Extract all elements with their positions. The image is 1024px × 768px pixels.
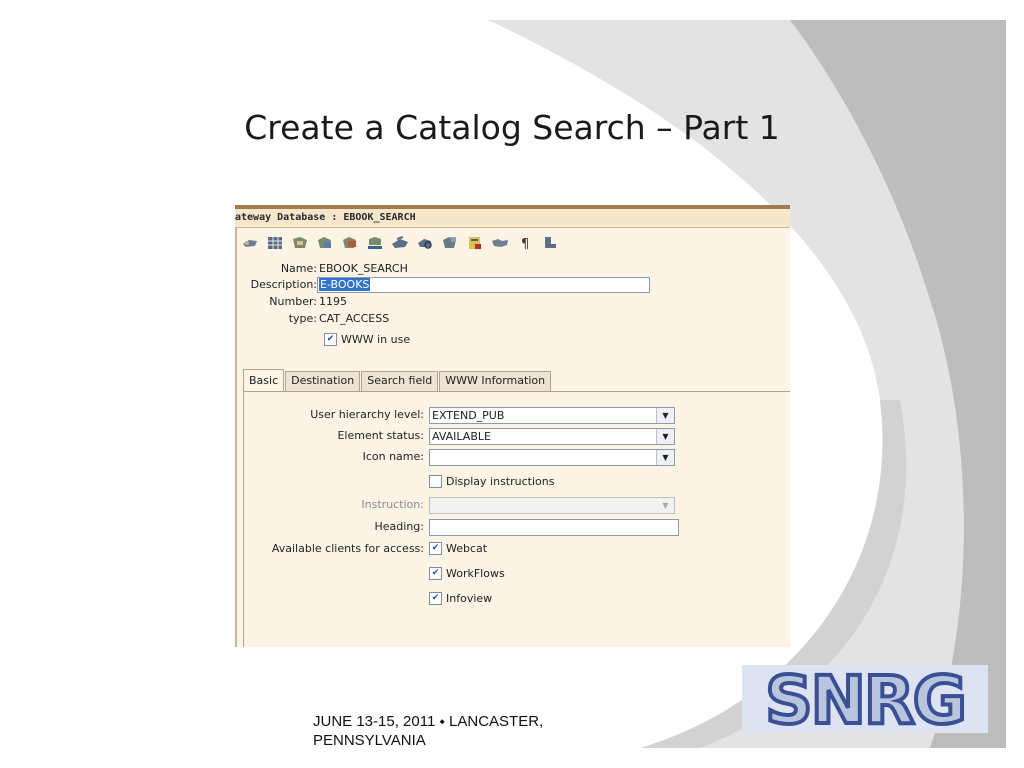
name-value: EBOOK_SEARCH xyxy=(319,262,408,275)
display-instructions-checkbox[interactable] xyxy=(429,475,442,488)
search-icon[interactable] xyxy=(416,235,434,251)
tab-search-field[interactable]: Search field xyxy=(361,371,439,391)
transfer-icon[interactable] xyxy=(391,235,409,251)
workflows-checkbox[interactable]: ✔ xyxy=(429,567,442,580)
www-in-use-label: WWW in use xyxy=(341,333,411,346)
gateway-database-window: ateway Database : EBOOK_SEARCH ¶ Name: E… xyxy=(235,205,790,647)
www-in-use-checkbox[interactable]: ✔ xyxy=(324,333,337,346)
chevron-down-icon[interactable]: ▼ xyxy=(656,429,674,444)
user-hierarchy-select[interactable]: EXTEND_PUB ▼ xyxy=(429,407,675,424)
user-hierarchy-label: User hierarchy level: xyxy=(310,408,424,421)
instruction-select: ▼ xyxy=(429,497,675,514)
instruction-label: Instruction: xyxy=(361,498,424,511)
grid-icon[interactable] xyxy=(266,235,284,251)
snrg-logo: SNRG xyxy=(742,665,988,733)
record-copy-icon[interactable] xyxy=(316,235,334,251)
type-value: CAT_ACCESS xyxy=(319,312,390,325)
basic-tab-panel: User hierarchy level: EXTEND_PUB ▼ Eleme… xyxy=(243,392,790,647)
webcat-label: Webcat xyxy=(446,542,488,555)
heading-label: Heading: xyxy=(374,520,424,533)
element-status-label: Element status: xyxy=(337,429,424,442)
report-icon[interactable] xyxy=(466,235,484,251)
handshake-icon[interactable] xyxy=(491,235,509,251)
chevron-down-icon[interactable]: ▼ xyxy=(656,408,674,423)
description-label: Description: xyxy=(250,278,317,291)
svg-text:¶: ¶ xyxy=(521,237,529,251)
webcat-checkbox[interactable]: ✔ xyxy=(429,542,442,555)
tab-www-information[interactable]: WWW Information xyxy=(439,371,552,391)
infoview-checkbox[interactable]: ✔ xyxy=(429,592,442,605)
icon-name-select[interactable]: ▼ xyxy=(429,449,675,466)
description-selected-text: E-BOOKS xyxy=(319,278,371,291)
logo-text: SNRG xyxy=(765,665,965,733)
slide-title: Create a Catalog Search – Part 1 xyxy=(244,108,780,147)
user-hierarchy-value: EXTEND_PUB xyxy=(432,409,505,422)
exit-icon[interactable] xyxy=(541,235,559,251)
tab-basic[interactable]: Basic xyxy=(243,369,285,391)
type-label: type: xyxy=(288,312,317,325)
toolbar: ¶ xyxy=(241,232,559,254)
record-icon[interactable] xyxy=(291,235,309,251)
infoview-label: Infoview xyxy=(446,592,493,605)
description-field[interactable]: E-BOOKS xyxy=(317,277,650,293)
icon-name-label: Icon name: xyxy=(362,450,424,463)
window-title: ateway Database : EBOOK_SEARCH xyxy=(235,209,790,228)
clients-label: Available clients for access: xyxy=(271,542,424,555)
paragraph-icon[interactable]: ¶ xyxy=(516,235,534,251)
workflows-label: WorkFlows xyxy=(446,567,505,580)
chevron-down-icon[interactable]: ▼ xyxy=(656,450,674,465)
heading-input[interactable] xyxy=(429,519,679,536)
record-save-icon[interactable] xyxy=(366,235,384,251)
record-edit-icon[interactable] xyxy=(341,235,359,251)
element-status-select[interactable]: AVAILABLE ▼ xyxy=(429,428,675,445)
export-icon[interactable] xyxy=(441,235,459,251)
name-label: Name: xyxy=(280,262,317,275)
lookup-icon[interactable] xyxy=(241,235,259,251)
number-value: 1195 xyxy=(319,295,347,308)
slide-footer: JUNE 13-15, 2011 ⬩ LANCASTER, PENNSYLVAN… xyxy=(313,713,544,749)
tab-bar: Basic Destination Search field WWW Infor… xyxy=(243,369,552,391)
display-instructions-label: Display instructions xyxy=(446,475,555,488)
chevron-down-icon: ▼ xyxy=(657,498,674,513)
tab-destination[interactable]: Destination xyxy=(285,371,361,391)
number-label: Number: xyxy=(269,295,317,308)
element-status-value: AVAILABLE xyxy=(432,430,491,443)
